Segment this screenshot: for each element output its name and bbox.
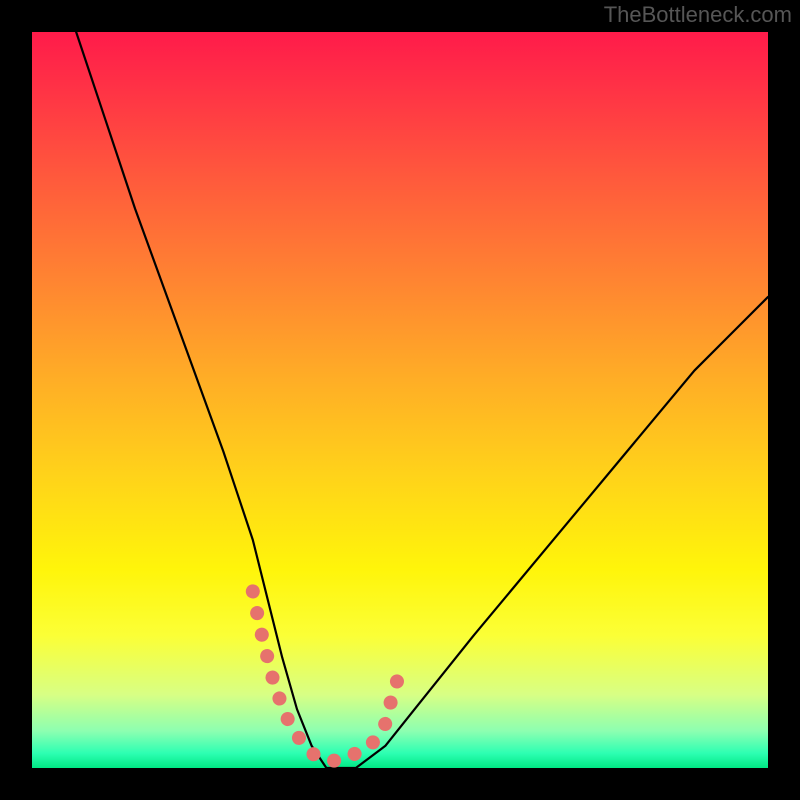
bottleneck-curve [76,32,768,768]
watermark-text: TheBottleneck.com [604,2,792,28]
optimal-range-marker [253,591,400,760]
plot-area [32,32,768,768]
chart-frame: TheBottleneck.com [0,0,800,800]
chart-svg [32,32,768,768]
